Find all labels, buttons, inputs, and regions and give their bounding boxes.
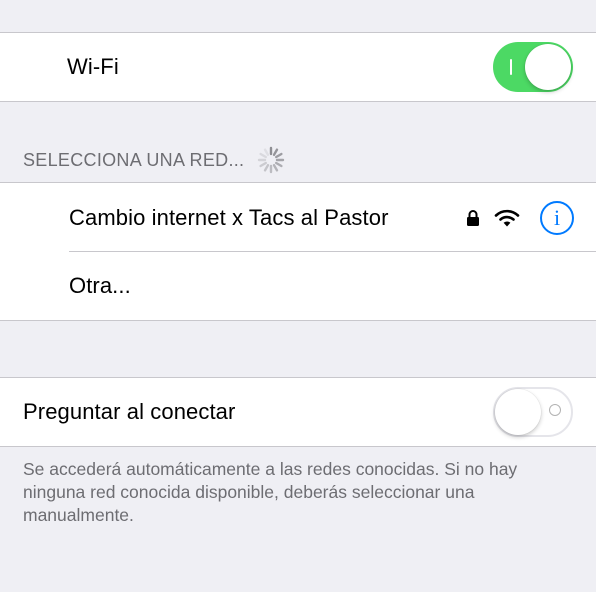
network-name: Cambio internet x Tacs al Pastor — [69, 204, 389, 230]
switch-knob — [495, 389, 541, 435]
info-button[interactable]: i — [540, 200, 574, 235]
choose-network-header: SELECCIONA UNA RED... — [23, 145, 286, 175]
ask-to-join-footer: Se accederá automáticamente a las redes … — [23, 459, 518, 525]
network-row[interactable]: Cambio internet x Tacs al Pastor i — [0, 183, 596, 252]
ask-to-join-toggle[interactable] — [493, 387, 573, 437]
wifi-toggle[interactable] — [493, 42, 573, 92]
info-icon: i — [553, 204, 561, 230]
networks-list: Cambio internet x Tacs al Pastor i Otra.… — [0, 182, 596, 321]
switch-off-mark — [549, 404, 561, 416]
wifi-group: Wi-Fi — [0, 32, 596, 102]
lock-icon — [467, 209, 479, 226]
other-network-label: Otra... — [69, 273, 131, 298]
wifi-row: Wi-Fi — [0, 33, 596, 101]
ask-to-join-label: Preguntar al conectar — [23, 399, 236, 424]
wifi-label: Wi-Fi — [67, 54, 119, 79]
loading-spinner-icon — [258, 146, 285, 174]
switch-knob — [525, 44, 571, 90]
wifi-signal-icon — [494, 209, 520, 226]
other-network-row[interactable]: Otra... — [0, 252, 596, 320]
wifi-settings-page: Wi-Fi SELECCIONA UNA RED... Cambio inter… — [0, 0, 596, 592]
ask-to-join-row: Preguntar al conectar — [0, 378, 596, 446]
network-status-icons: i — [466, 200, 574, 235]
switch-on-mark — [510, 59, 512, 75]
choose-network-header-label: SELECCIONA UNA RED... — [23, 149, 245, 170]
ask-to-join-group: Preguntar al conectar — [0, 377, 596, 447]
